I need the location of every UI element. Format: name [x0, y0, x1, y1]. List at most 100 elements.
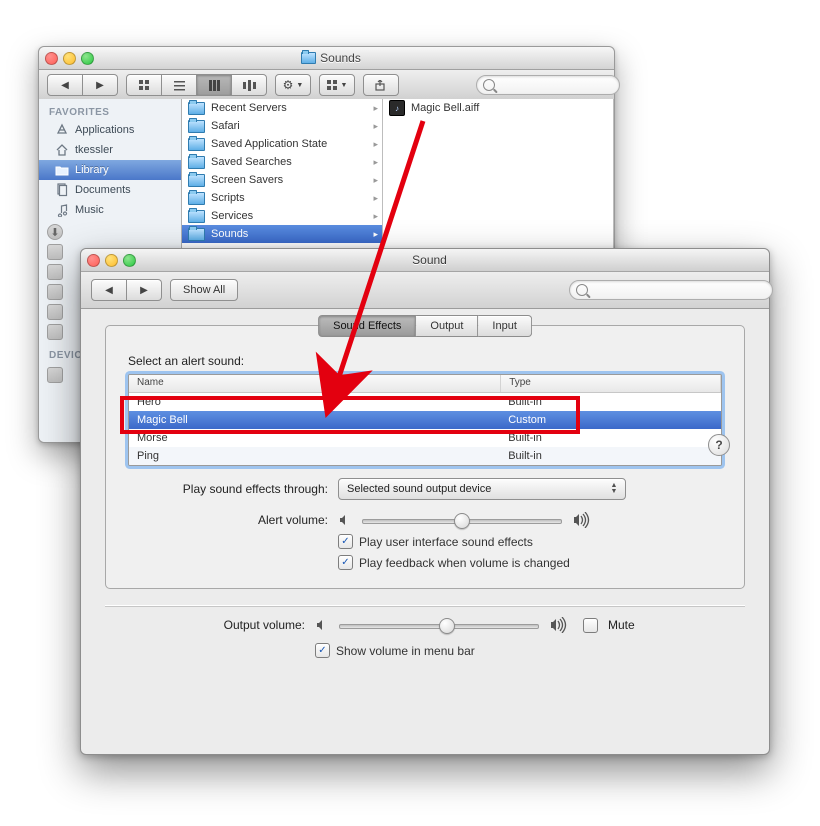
folder-icon	[188, 120, 205, 133]
finder-title-text: Sounds	[320, 51, 361, 65]
chk-ui-sounds-label: Play user interface sound effects	[359, 535, 533, 549]
sidebar-item-label: Music	[75, 204, 104, 216]
cell: Custom	[500, 414, 721, 426]
folder-icon	[188, 192, 205, 205]
sidebar-item-applications[interactable]: Applications	[39, 120, 181, 140]
sidebar-item-documents[interactable]: Documents	[39, 180, 181, 200]
updown-arrows-icon: ▲▼	[607, 481, 621, 497]
col-header-name[interactable]: Name	[129, 375, 501, 392]
output-volume-slider[interactable]	[339, 617, 539, 633]
tab-sound-effects[interactable]: Sound Effects	[318, 315, 416, 337]
back-button[interactable]: ◀	[91, 279, 127, 301]
audio-file-icon: ♪	[389, 100, 405, 116]
chevron-left-icon: ◀	[105, 285, 113, 296]
action-menu-button[interactable]: ⚙▼	[275, 74, 311, 96]
col-header-type[interactable]: Type	[501, 375, 721, 392]
sidebar-item-truncated[interactable]	[47, 264, 63, 280]
folder-row[interactable]: Scripts▸	[182, 189, 382, 207]
folder-row[interactable]: Saved Application State▸	[182, 135, 382, 153]
finder-search[interactable]	[476, 75, 606, 95]
sound-prefs-window: Sound ◀ ▶ Show All Sound Effects Output …	[80, 248, 770, 755]
alert-volume-slider[interactable]	[362, 512, 562, 528]
sidebar-item-home[interactable]: tkessler	[39, 140, 181, 160]
share-button[interactable]	[363, 74, 399, 96]
chevron-right-icon: ▸	[373, 157, 378, 168]
row-label: Recent Servers	[211, 102, 287, 114]
minimize-icon[interactable]	[105, 254, 118, 267]
prefs-title: Sound	[141, 253, 718, 267]
show-all-button[interactable]: Show All	[170, 279, 238, 301]
close-icon[interactable]	[45, 52, 58, 65]
arrange-menu-button[interactable]: ▼	[319, 74, 355, 96]
table-row[interactable]: MorseBuilt-in	[129, 429, 721, 447]
tab-output[interactable]: Output	[416, 315, 478, 337]
chk-ui-sounds[interactable]: ✓	[338, 534, 353, 549]
chk-feedback[interactable]: ✓	[338, 555, 353, 570]
folder-row[interactable]: Recent Servers▸	[182, 99, 382, 117]
help-button[interactable]: ?	[708, 434, 730, 456]
sidebar-item-library[interactable]: Library	[39, 160, 181, 180]
mute-label: Mute	[608, 618, 635, 632]
speaker-high-icon	[549, 617, 569, 633]
chevron-left-icon: ◀	[61, 80, 69, 91]
chk-show-menu[interactable]: ✓	[315, 643, 330, 658]
file-row[interactable]: ♪ Magic Bell.aiff	[383, 99, 613, 117]
folder-icon	[188, 228, 205, 241]
folder-row[interactable]: Services▸	[182, 207, 382, 225]
sidebar-item-label: Documents	[75, 184, 131, 196]
sidebar-item-truncated[interactable]	[47, 284, 63, 300]
forward-button[interactable]: ▶	[127, 279, 162, 301]
folder-row[interactable]: Screen Savers▸	[182, 171, 382, 189]
sidebar-item-truncated[interactable]	[47, 304, 63, 320]
zoom-icon[interactable]	[81, 52, 94, 65]
speaker-low-icon	[315, 618, 329, 632]
share-icon	[375, 80, 387, 91]
chk-feedback-row: ✓ Play feedback when volume is changed	[338, 555, 722, 570]
folder-row[interactable]: Safari▸	[182, 117, 382, 135]
folder-icon	[188, 138, 205, 151]
play-through-popup[interactable]: Selected sound output device ▲▼	[338, 478, 626, 500]
row-label: Saved Application State	[211, 138, 327, 150]
sidebar-item-truncated[interactable]	[47, 324, 63, 340]
table-row[interactable]: HeroBuilt-in	[129, 393, 721, 411]
play-through-label: Play sound effects through:	[128, 482, 328, 496]
prefs-search[interactable]	[569, 280, 759, 300]
sidebar-item-truncated[interactable]: ⬇	[47, 224, 63, 240]
cell: Built-in	[500, 450, 721, 462]
table-row-selected[interactable]: Magic BellCustom	[129, 411, 721, 429]
view-coverflow-button[interactable]	[232, 74, 267, 96]
sidebar-item-music[interactable]: Music	[39, 200, 181, 220]
sidebar-item-truncated[interactable]	[47, 244, 63, 260]
chevron-right-icon: ▸	[373, 211, 378, 222]
folder-row[interactable]: Saved Searches▸	[182, 153, 382, 171]
chevron-right-icon: ▸	[373, 175, 378, 186]
back-button[interactable]: ◀	[47, 74, 83, 96]
show-menu-label: Show volume in menu bar	[336, 644, 475, 658]
row-label: Sounds	[211, 228, 248, 240]
chk-ui-sounds-row: ✓ Play user interface sound effects	[338, 534, 722, 549]
coverflow-icon	[243, 80, 256, 91]
view-list-button[interactable]	[162, 74, 197, 96]
check-icon: ✓	[341, 536, 349, 547]
table-row[interactable]: PingBuilt-in	[129, 447, 721, 465]
view-icons-button[interactable]	[126, 74, 162, 96]
folder-icon	[188, 156, 205, 169]
folder-icon	[301, 52, 316, 64]
sidebar-item-truncated[interactable]	[47, 367, 63, 383]
chevron-right-icon: ▸	[373, 229, 378, 240]
chevron-right-icon: ▸	[373, 193, 378, 204]
tab-input[interactable]: Input	[478, 315, 531, 337]
close-icon[interactable]	[87, 254, 100, 267]
sidebar-item-label: Applications	[75, 124, 134, 136]
minimize-icon[interactable]	[63, 52, 76, 65]
row-label: Magic Bell.aiff	[411, 102, 479, 114]
columns-icon	[209, 80, 220, 91]
finder-title: Sounds	[99, 51, 563, 65]
forward-button[interactable]: ▶	[83, 74, 118, 96]
folder-row-selected[interactable]: Sounds ▸	[182, 225, 382, 243]
zoom-icon[interactable]	[123, 254, 136, 267]
sidebar-item-label: tkessler	[75, 144, 113, 156]
chk-mute[interactable]	[583, 618, 598, 633]
view-columns-button[interactable]	[197, 74, 232, 96]
applications-icon	[55, 123, 69, 137]
